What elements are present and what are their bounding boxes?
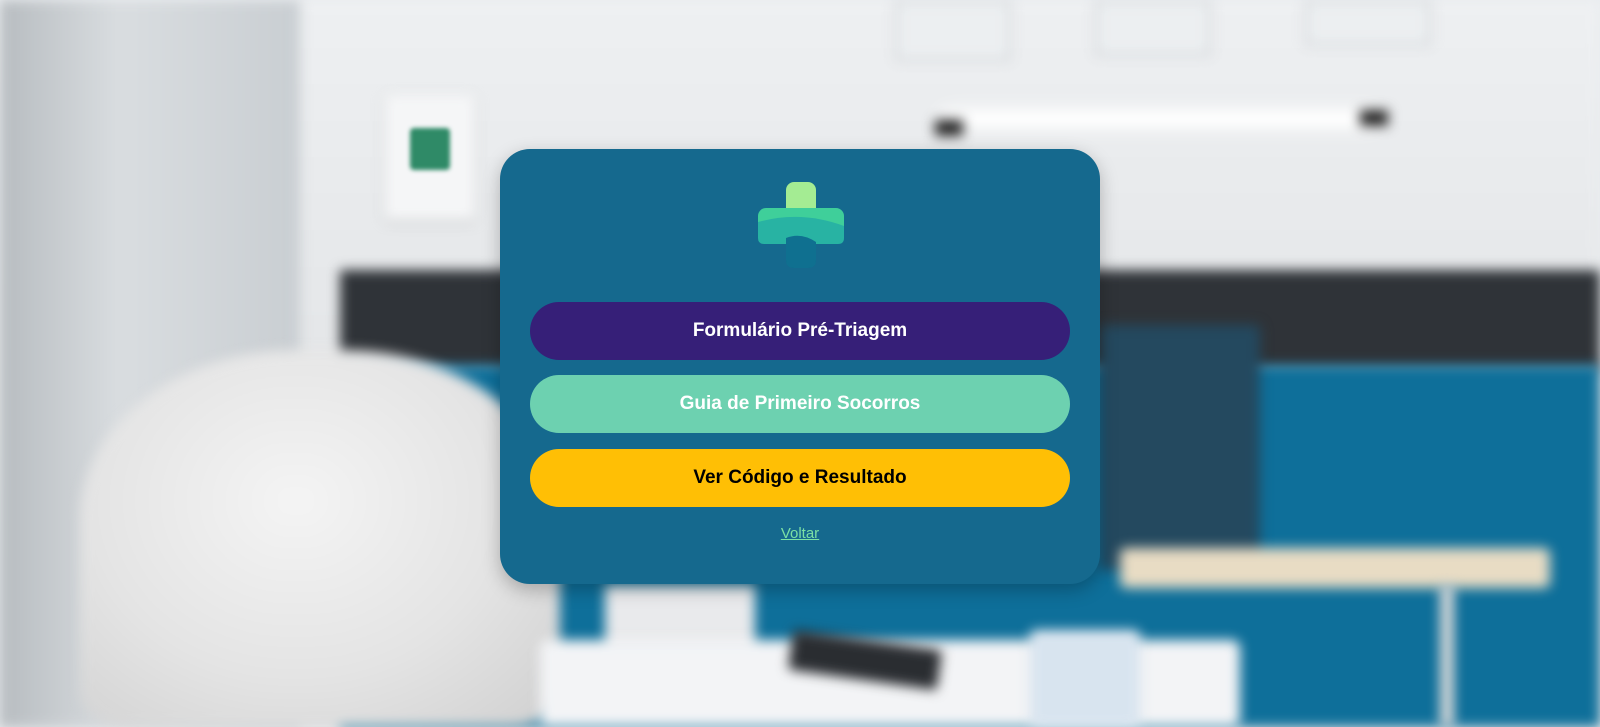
- chair-with-coat: [80, 350, 560, 727]
- wall-frame: [895, 0, 1011, 61]
- wall-frame: [1095, 0, 1211, 56]
- wall-frame: [1305, 0, 1431, 46]
- back-link[interactable]: Voltar: [500, 525, 1100, 542]
- pen-cup: [1030, 630, 1140, 727]
- ceiling-light: [940, 112, 1380, 126]
- ceiling-light-cap: [935, 120, 963, 136]
- medical-monitor: [1100, 325, 1260, 570]
- first-aid-cross-icon: [410, 128, 450, 170]
- first-aid-guide-button[interactable]: Guia de Primeiro Socorros: [530, 375, 1070, 433]
- pre-triage-form-button[interactable]: Formulário Pré-Triagem: [530, 302, 1070, 360]
- desk-leg: [1440, 585, 1454, 727]
- medical-cross-logo-icon: [758, 182, 844, 268]
- ceiling-light-cap: [1360, 110, 1388, 126]
- desk: [1120, 548, 1550, 588]
- menu-card: Formulário Pré-Triagem Guia de Primeiro …: [500, 149, 1100, 584]
- view-code-result-button[interactable]: Ver Código e Resultado: [530, 449, 1070, 507]
